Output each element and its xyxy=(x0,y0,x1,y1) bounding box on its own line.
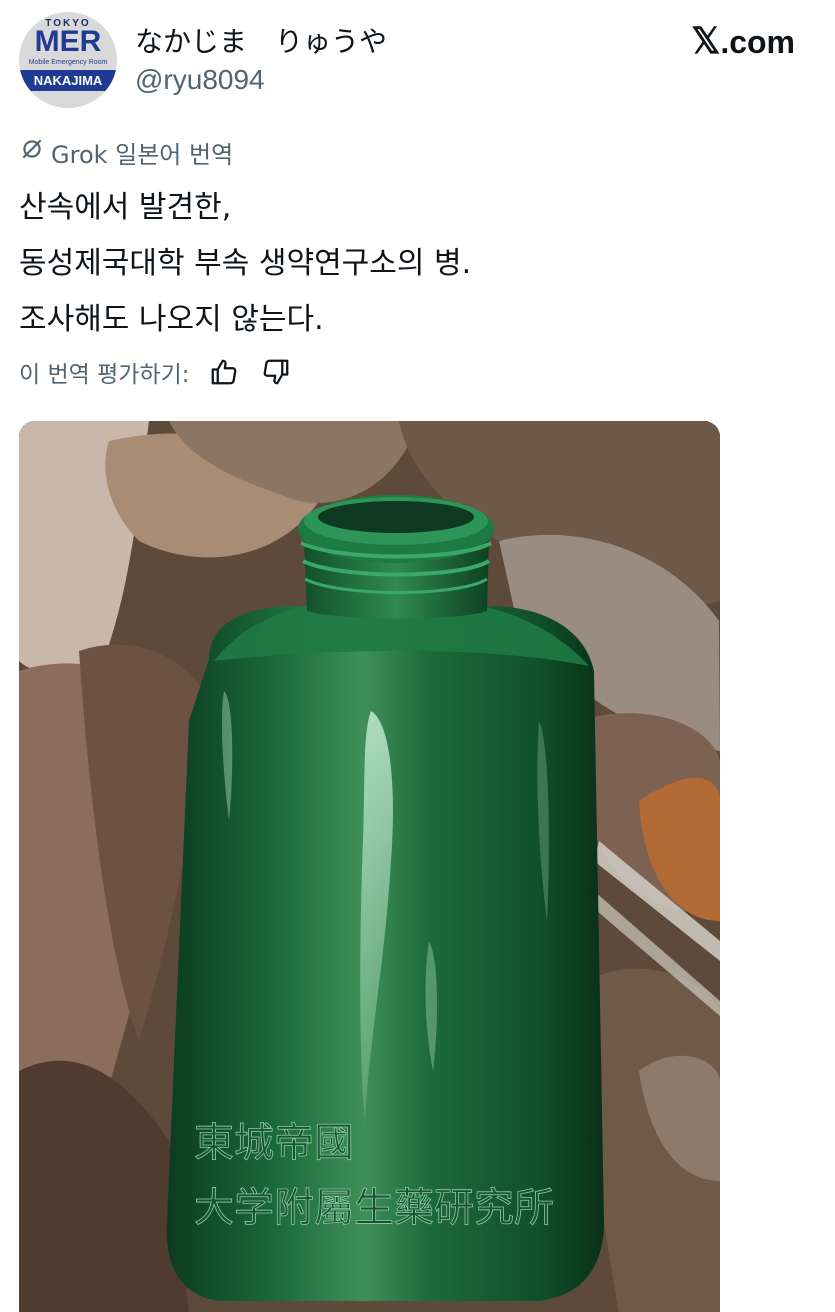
avatar[interactable]: TOKYO MER Mobile Emergency Room NAKAJIMA xyxy=(19,12,117,108)
x-logo-icon: 𝕏 xyxy=(691,20,721,61)
rate-translation-label: 이 번역 평가하기: xyxy=(19,362,190,388)
user-handle[interactable]: @ryu8094 xyxy=(135,64,265,96)
x-com-logo: 𝕏.com xyxy=(691,20,795,62)
translation-label-text: Grok 일본어 번역 xyxy=(51,140,234,169)
source-site-text: .com xyxy=(720,24,795,60)
translation-label: Grok 일본어 번역 xyxy=(19,136,234,169)
display-name[interactable]: なかじま りゅうや xyxy=(135,20,387,60)
thumbs-up-icon xyxy=(211,359,236,385)
grok-icon xyxy=(19,136,51,168)
thumbs-down-icon xyxy=(263,359,288,385)
tweet-text-line: 산속에서 발견한, xyxy=(19,190,232,225)
avatar-band-text: NAKAJIMA xyxy=(19,70,117,91)
thumbs-down-button[interactable] xyxy=(258,354,294,390)
tweet-text: 산속에서 발견한, 동성제국대학 부속 생약연구소의 병. 조사해도 나오지 않… xyxy=(19,180,809,348)
bottle-emboss-line2: 大学附屬生藥研究所 xyxy=(194,1185,554,1231)
avatar-main-text: MER xyxy=(34,25,102,58)
thumbs-up-button[interactable] xyxy=(206,354,242,390)
tweet-text-line: 조사해도 나오지 않는다. xyxy=(19,302,324,337)
avatar-sub-text: Mobile Emergency Room xyxy=(28,59,108,66)
bottle-emboss-line1: 東城帝國 xyxy=(194,1120,354,1166)
post-photo[interactable]: 東城帝國 大学附屬生藥研究所 xyxy=(19,421,720,1312)
tweet-text-line: 동성제국대학 부속 생약연구소의 병. xyxy=(19,246,472,281)
rate-translation-row: 이 번역 평가하기: xyxy=(19,354,294,390)
